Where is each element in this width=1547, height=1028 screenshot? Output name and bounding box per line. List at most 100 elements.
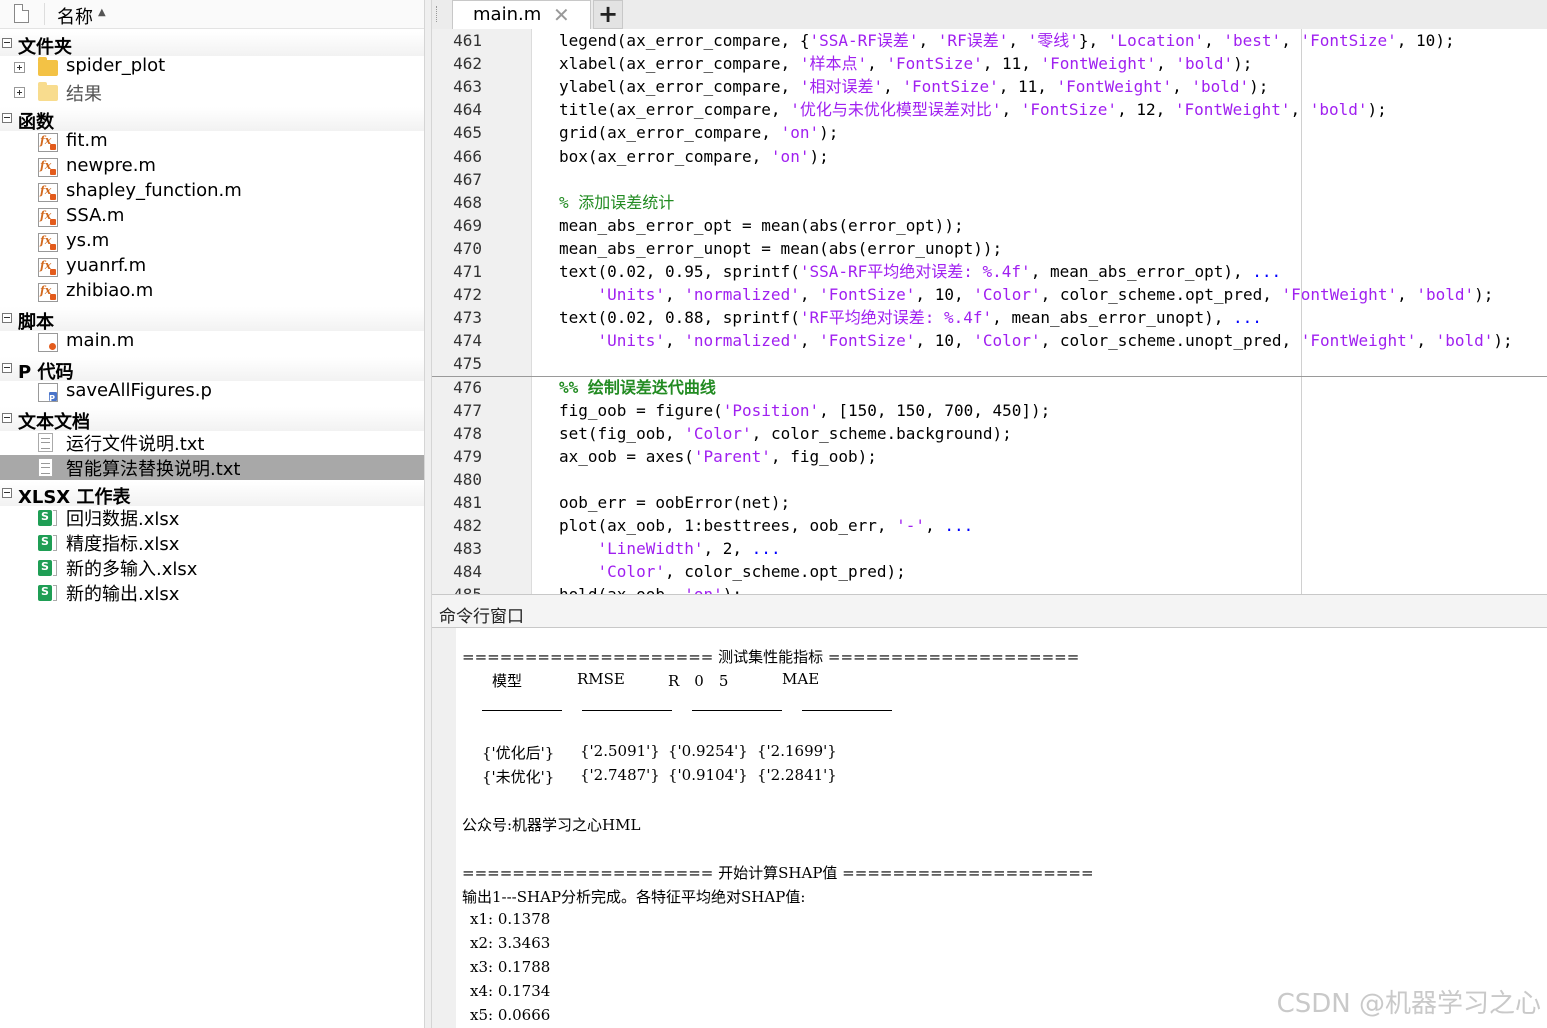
xlsx-file-item[interactable]: S 新的多输入.xlsx [0,555,424,580]
command-window[interactable]: ==================== 测试集性能指标 ===========… [432,628,1547,1028]
code-line[interactable]: 466 box(ax_error_compare, 'on'); [432,145,1547,168]
panel-splitter[interactable] [424,0,432,1028]
code-line[interactable]: 462 xlabel(ax_error_compare, '样本点', 'Font… [432,52,1547,75]
function-file-item[interactable]: fx shapley_function.m [0,180,424,205]
string-token: 'FontSize' [902,77,999,97]
code-line[interactable]: 471 text(0.02, 0.95, sprintf('SSA-RF平均绝对误… [432,260,1547,283]
code-line[interactable]: 482 plot(ax_oob, 1:besttrees, oob_err, '-… [432,514,1547,537]
code-line[interactable]: 478 set(fig_oob, 'Color', color_scheme.ba… [432,422,1547,445]
string-token: 'RF误差' [937,31,1009,50]
folder-label: 结果 [66,84,102,105]
collapse-icon[interactable] [2,113,12,123]
code-line[interactable]: 461 legend(ax_error_compare, {'SSA-RF误差',… [432,29,1547,52]
code-line[interactable]: 473 text(0.02, 0.88, sprintf('RF平均绝对误差: %… [432,306,1547,329]
group-scripts[interactable]: 脚本 [0,307,424,333]
function-file-item[interactable]: fx yuanrf.m [0,255,424,280]
text-file-icon [38,433,53,452]
new-tab-button[interactable]: + [593,0,623,29]
text-file-item-selected[interactable]: 智能算法替换说明.txt [0,455,424,480]
code-line[interactable]: 481 oob_err = oobError(net); [432,491,1547,514]
group-folders[interactable]: 文件夹 [0,32,424,58]
code-line[interactable]: 469 mean_abs_error_opt = mean(abs(error_o… [432,214,1547,237]
code-line[interactable]: 475 [432,352,1547,375]
xlsx-file-item[interactable]: S 新的输出.xlsx [0,580,424,605]
folder-item[interactable]: spider_plot [0,55,424,80]
folder-item[interactable]: 结果 [0,80,424,105]
code-text: 'Units', 'normalized', 'FontSize', 10, '… [559,283,1494,306]
function-file-item[interactable]: fx SSA.m [0,205,424,230]
function-file-icon: fx [38,233,58,252]
line-number: 477 [453,400,482,420]
string-token: 'LineWidth' [597,539,704,559]
line-number: 461 [453,31,482,50]
code-line[interactable]: 483 'LineWidth', 2, ... [432,537,1547,560]
code-token: ); [723,585,742,594]
table-cell: {'0.9254'} [668,742,748,760]
sort-ascending-icon[interactable]: ▲ [98,7,106,18]
xlsx-file-item[interactable]: S 回归数据.xlsx [0,505,424,530]
text-file-item[interactable]: 运行文件说明.txt [0,430,424,455]
group-text-documents[interactable]: 文本文档 [0,407,424,433]
string-token: 'FontSize' [1300,31,1397,50]
file-label: 智能算法替换说明.txt [66,459,241,480]
column-header: MAE [782,670,820,688]
group-xlsx-sheets[interactable]: XLSX 工作表 [0,482,424,508]
column-underline [482,710,562,711]
string-token: 'FontWeight' [1281,285,1398,305]
code-line[interactable]: 477 fig_oob = figure('Position', [150, 15… [432,399,1547,422]
code-line[interactable]: 468 % 添加误差统计 [432,191,1547,214]
code-line[interactable]: 485 hold(ax_oob, 'on'); [432,583,1547,594]
tab-grip-handle[interactable] [436,6,439,22]
command-window-header: 命令行窗口 [432,594,1547,628]
code-token: set(fig_oob, [559,423,685,443]
code-token: , [1290,100,1310,120]
close-icon[interactable]: ✕ [553,3,570,27]
code-token: , 2, [703,539,752,559]
code-token: , mean_abs_error_opt), [1030,262,1253,281]
code-text: fig_oob = figure('Position', [150, 150, … [559,399,1050,422]
code-line[interactable]: 464 title(ax_error_compare, '优化与未优化模型误差对比… [432,98,1547,121]
folder-label: spider_plot [66,55,166,76]
code-token: , [1281,31,1301,50]
group-pcode[interactable]: P 代码 [0,357,424,383]
function-file-item[interactable]: fx ys.m [0,230,424,255]
code-line[interactable]: 472 'Units', 'normalized', 'FontSize', 1… [432,283,1547,306]
pcode-file-item[interactable]: P saveAllFigures.p [0,380,424,405]
line-number: 483 [453,539,482,559]
code-line[interactable]: 467 [432,168,1547,191]
code-text: title(ax_error_compare, '优化与未优化模型误差对比' , … [559,98,1387,121]
code-line[interactable]: 463 ylabel(ax_error_compare, '相对误差', 'Fon… [432,75,1547,98]
tab-main-m[interactable]: main.m ✕ [452,0,591,30]
collapse-icon[interactable] [2,413,12,423]
group-functions[interactable]: 函数 [0,107,424,133]
expand-icon[interactable] [14,62,25,73]
collapse-icon[interactable] [2,313,12,323]
expand-icon[interactable] [14,87,25,98]
code-line[interactable]: 479 ax_oob = axes('Parent', fig_oob); [432,445,1547,468]
script-file-item[interactable]: main.m [0,330,424,355]
collapse-icon[interactable] [2,38,12,48]
code-token: , [1001,100,1021,120]
code-editor[interactable]: 461 legend(ax_error_compare, {'SSA-RF误差',… [432,29,1547,594]
collapse-icon[interactable] [2,363,12,373]
code-token: text(0.02, 0.88, sprintf( [559,308,800,328]
code-line[interactable]: 470 mean_abs_error_unopt = mean(abs(error… [432,237,1547,260]
name-column-header[interactable]: 名称 [57,3,93,29]
code-line[interactable]: 484 'Color', color_scheme.opt_pred); [432,560,1547,583]
code-line[interactable]: 465 grid(ax_error_compare, 'on'); [432,121,1547,144]
continuation-token: ... [751,539,781,559]
string-token: 'best' [1223,31,1282,50]
shap-value: x1: 0.1378 [470,910,551,928]
code-token: plot(ax_oob, 1:besttrees, oob_err, [559,516,897,536]
continuation-token: ... [944,516,974,536]
code-line[interactable]: 480 [432,468,1547,491]
function-file-item[interactable]: fx zhibiao.m [0,280,424,305]
string-token: 'FontWeight' [1040,54,1157,74]
code-line[interactable]: 474 'Units', 'normalized', 'FontSize', 1… [432,329,1547,352]
xlsx-file-item[interactable]: S 精度指标.xlsx [0,530,424,555]
collapse-icon[interactable] [2,488,12,498]
string-token: 'bold' [1416,285,1475,305]
code-line[interactable]: 476 %% 绘制误差迭代曲线 [432,376,1547,399]
function-file-item[interactable]: fx newpre.m [0,155,424,180]
function-file-item[interactable]: fx fit.m [0,130,424,155]
